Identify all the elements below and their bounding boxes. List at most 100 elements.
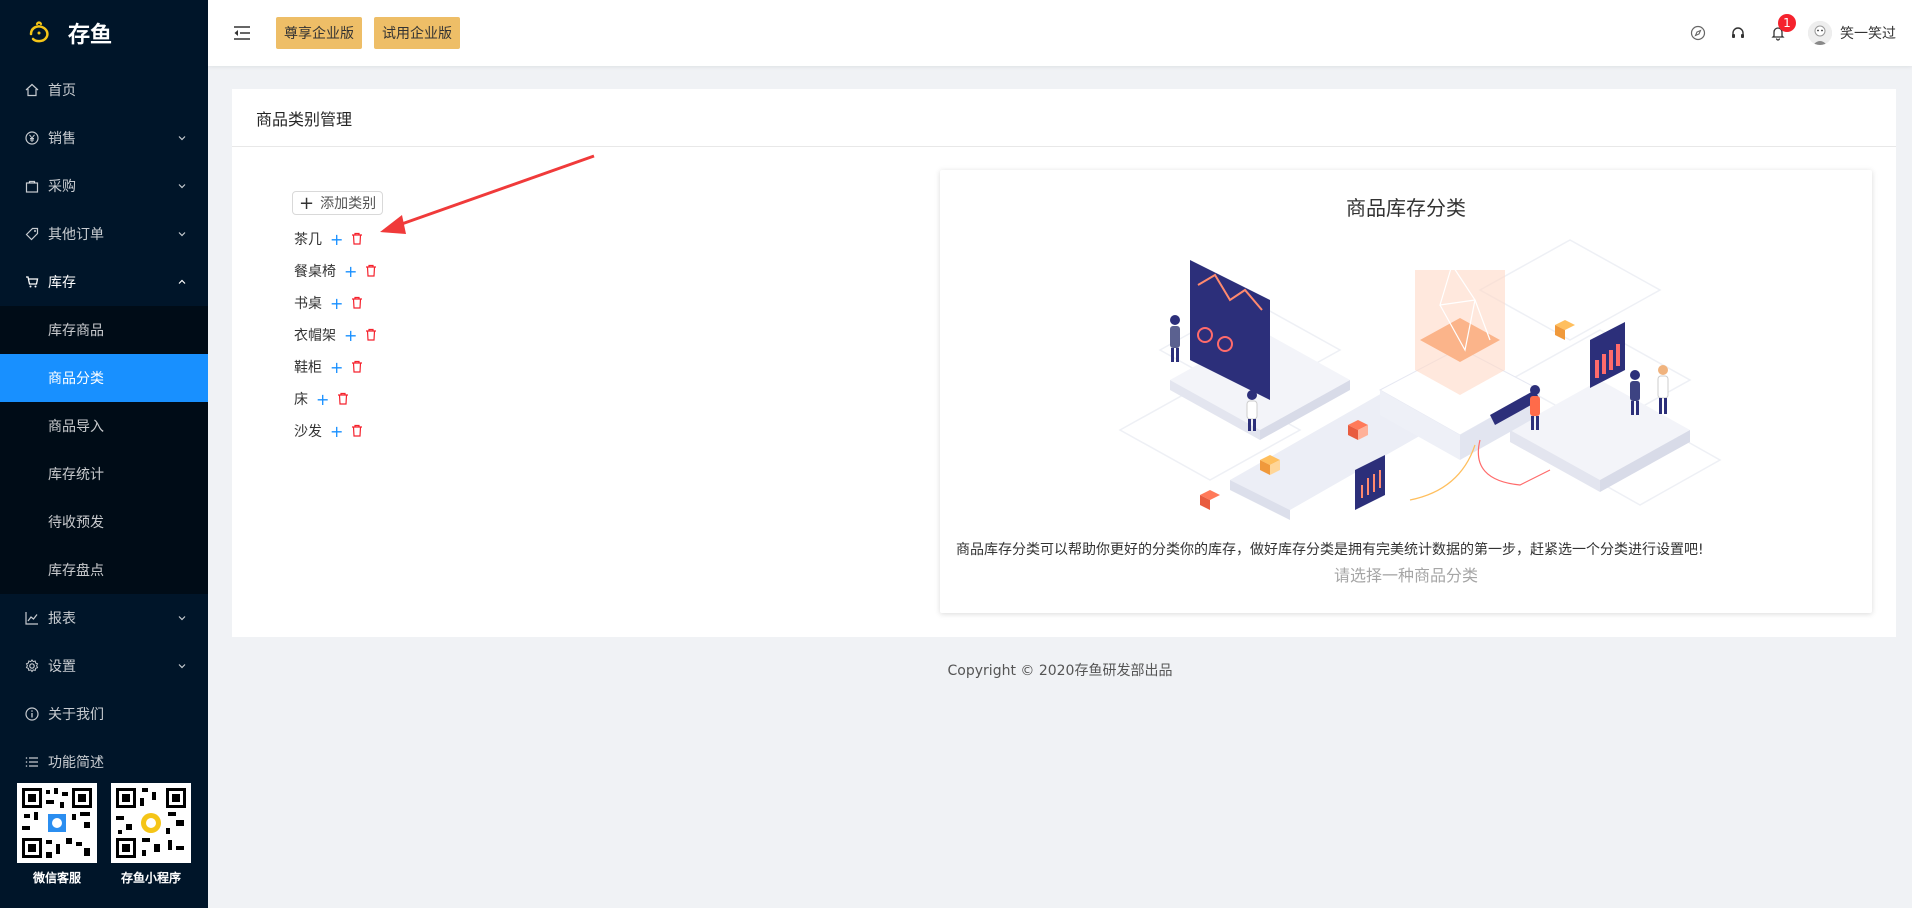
category-item: 餐桌椅 + (294, 255, 692, 287)
sidebar: 存鱼 首页 销售 采购 其他订单 库存 库存商品 商品分类 商品导入 库存统计 … (0, 0, 208, 908)
sidebar-item-other-orders[interactable]: 其他订单 (0, 210, 208, 258)
category-label[interactable]: 书桌 (294, 293, 322, 313)
category-item: 鞋柜 + (294, 351, 692, 383)
chevron-up-icon (176, 276, 188, 288)
headset-icon[interactable] (1718, 0, 1758, 66)
delete-icon[interactable] (365, 328, 377, 342)
category-item: 茶几 + (294, 223, 692, 255)
chevron-down-icon (176, 180, 188, 192)
copyright-footer: Copyright © 2020存鱼研发部出品 (947, 663, 1173, 679)
list-icon (24, 754, 40, 770)
category-label[interactable]: 鞋柜 (294, 357, 322, 377)
sidebar-item-home[interactable]: 首页 (0, 66, 208, 114)
panel-hint: 请选择一种商品分类 (1333, 566, 1478, 585)
sidebar-item-inventory[interactable]: 库存 (0, 258, 208, 306)
sidebar-subitem-stock-stats[interactable]: 库存统计 (0, 450, 208, 498)
category-label[interactable]: 床 (294, 389, 308, 409)
sidebar-item-reports[interactable]: 报表 (0, 594, 208, 642)
panel-title: 商品库存分类 (1346, 196, 1466, 220)
add-subcategory-icon[interactable]: + (330, 294, 343, 313)
sidebar-item-label: 销售 (48, 131, 76, 147)
category-label[interactable]: 茶几 (294, 229, 322, 249)
home-icon (24, 82, 40, 98)
sidebar-item-about[interactable]: 关于我们 (0, 690, 208, 738)
sidebar-item-label: 功能简述 (48, 755, 104, 771)
chevron-down-icon (176, 660, 188, 672)
qr-mini-program: 存鱼小程序 (111, 783, 191, 908)
category-label[interactable]: 餐桌椅 (294, 261, 336, 281)
sidebar-item-label: 报表 (48, 611, 76, 627)
qr-code-row: 微信客服 存鱼小程序 (0, 783, 208, 908)
sidebar-subitem-goods-category[interactable]: 商品分类 (0, 354, 208, 402)
sidebar-subitem-stock-goods[interactable]: 库存商品 (0, 306, 208, 354)
qr-label: 存鱼小程序 (120, 871, 181, 885)
chevron-down-icon (176, 132, 188, 144)
plus-icon: + (299, 192, 315, 214)
line-chart-icon (24, 610, 40, 626)
premium-edition-badge[interactable]: 尊享企业版 (276, 17, 362, 49)
warehouse-illustration (1080, 230, 1740, 520)
panel-description: 商品库存分类可以帮助你更好的分类你的库存，做好库存分类是拥有完美统计数据的第一步… (956, 542, 1704, 558)
add-subcategory-icon[interactable]: + (316, 390, 329, 409)
top-header: 尊享企业版 试用企业版 1 笑一笑过 (208, 0, 1912, 66)
delete-icon[interactable] (365, 264, 377, 278)
add-subcategory-icon[interactable]: + (330, 358, 343, 377)
chevron-down-icon (176, 228, 188, 240)
category-tree: + 添加类别 茶几 + 餐桌椅 + 书桌 + 衣帽架 + 鞋柜 + 床 + 沙发… (292, 191, 692, 447)
user-menu[interactable]: 笑一笑过 (1808, 21, 1896, 45)
sidebar-subitem-stocktake[interactable]: 库存盘点 (0, 546, 208, 594)
sidebar-item-label: 库存 (48, 275, 76, 291)
add-subcategory-icon[interactable]: + (330, 230, 343, 249)
menu-fold-icon[interactable] (208, 0, 276, 66)
sidebar-item-sales[interactable]: 销售 (0, 114, 208, 162)
delete-icon[interactable] (351, 232, 363, 246)
sidebar-item-purchase[interactable]: 采购 (0, 162, 208, 210)
sidebar-item-label: 采购 (48, 179, 76, 195)
wechat-qr-code (17, 783, 97, 863)
info-icon (24, 706, 40, 722)
category-item: 床 + (294, 383, 692, 415)
add-subcategory-icon[interactable]: + (344, 262, 357, 281)
qr-wechat-service: 微信客服 (17, 783, 97, 908)
delete-icon[interactable] (351, 360, 363, 374)
bell-icon[interactable]: 1 (1758, 0, 1798, 66)
fish-logo-icon (26, 19, 54, 47)
category-label[interactable]: 衣帽架 (294, 325, 336, 345)
notification-count-badge: 1 (1778, 14, 1796, 32)
avatar (1808, 21, 1832, 45)
sidebar-subitem-goods-import[interactable]: 商品导入 (0, 402, 208, 450)
delete-icon[interactable] (351, 424, 363, 438)
page-title: 商品类别管理 (232, 89, 1896, 147)
sidebar-item-label: 首页 (48, 83, 76, 99)
sidebar-item-settings[interactable]: 设置 (0, 642, 208, 690)
add-category-button[interactable]: + 添加类别 (292, 191, 384, 215)
add-category-label: 添加类别 (320, 196, 377, 212)
add-subcategory-icon[interactable]: + (344, 326, 357, 345)
qr-label: 微信客服 (32, 871, 81, 885)
header-actions: 1 笑一笑过 (1678, 0, 1896, 66)
trial-edition-badge[interactable]: 试用企业版 (374, 17, 460, 49)
brand-name: 存鱼 (68, 23, 113, 48)
gear-icon (24, 658, 40, 674)
cart-icon (24, 274, 40, 290)
inventory-submenu: 库存商品 商品分类 商品导入 库存统计 待收预发 库存盘点 (0, 306, 208, 594)
yen-icon (24, 130, 40, 146)
category-item: 书桌 + (294, 287, 692, 319)
category-label[interactable]: 沙发 (294, 421, 322, 441)
mini-program-qr-code (111, 783, 191, 863)
category-item: 沙发 + (294, 415, 692, 447)
chevron-down-icon (176, 612, 188, 624)
sidebar-subitem-pending[interactable]: 待收预发 (0, 498, 208, 546)
compass-icon[interactable] (1678, 0, 1718, 66)
sidebar-item-label: 关于我们 (48, 707, 104, 723)
logo[interactable]: 存鱼 (0, 0, 208, 66)
sidebar-item-features[interactable]: 功能简述 (0, 738, 208, 786)
bag-icon (24, 178, 40, 194)
category-info-panel: 商品库存分类 商品库存分类可以帮助你更好的分类你的库存，做好库存分类是拥有完美统… (940, 170, 1872, 613)
sidebar-item-label: 其他订单 (48, 227, 104, 243)
delete-icon[interactable] (337, 392, 349, 406)
delete-icon[interactable] (351, 296, 363, 310)
sidebar-item-label: 设置 (48, 659, 76, 675)
add-subcategory-icon[interactable]: + (330, 422, 343, 441)
category-item: 衣帽架 + (294, 319, 692, 351)
